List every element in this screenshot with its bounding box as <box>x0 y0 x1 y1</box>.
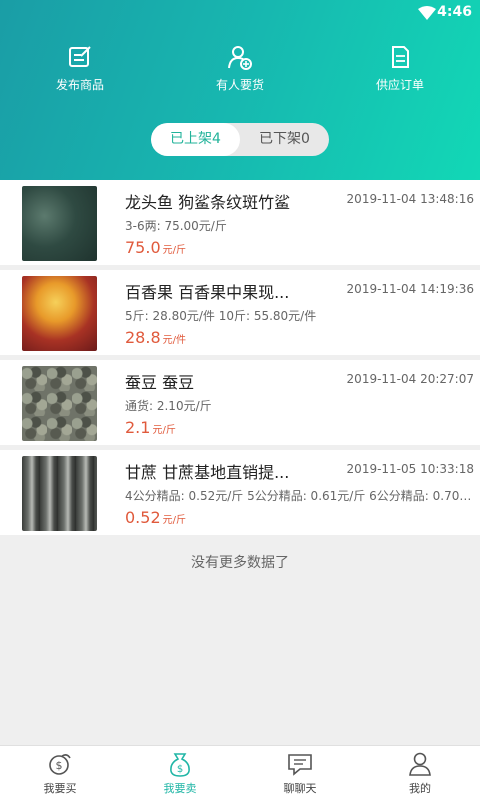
person-icon <box>409 752 431 776</box>
tab-buy-label: 我要买 <box>43 782 77 795</box>
no-more-data-text: 没有更多数据了 <box>191 555 289 571</box>
product-time: 2019-11-04 14:19:36 <box>346 282 474 296</box>
status-time: 4:46 <box>437 4 472 20</box>
tab-mine-label: 我的 <box>409 782 431 795</box>
product-image <box>22 456 97 531</box>
header: 4:46 发布商品 有人要货 供应订单 已上架4 已下架0 <box>0 0 480 180</box>
user-add-icon <box>228 46 252 70</box>
publish-goods-button[interactable]: 发布商品 <box>0 44 160 93</box>
product-title: 甘蔗 甘蔗基地直销提... <box>125 463 290 482</box>
supply-orders-label: 供应订单 <box>375 78 424 92</box>
shelf-toggle: 已上架4 已下架0 <box>151 123 329 156</box>
product-time: 2019-11-04 20:27:07 <box>346 372 474 386</box>
product-image <box>22 366 97 441</box>
product-price: 28.8 元/件 <box>125 328 186 347</box>
price-value: 28.8 <box>125 328 161 347</box>
edit-icon <box>69 46 91 67</box>
product-card[interactable]: 龙头鱼 狗鲨条纹斑竹鲨 2019-11-04 13:48:16 3-6两: 75… <box>0 180 480 265</box>
tab-chat-label: 聊聊天 <box>283 782 317 795</box>
money-bag-sell-icon: $ <box>170 753 190 777</box>
product-image <box>22 186 97 261</box>
someone-wants-goods-button[interactable]: 有人要货 <box>160 44 320 93</box>
product-specs: 通货: 2.10元/斤 <box>125 399 212 413</box>
product-time: 2019-11-04 13:48:16 <box>346 192 474 206</box>
product-time: 2019-11-05 10:33:18 <box>346 462 474 476</box>
product-specs: 4公分精品: 0.52元/斤 5公分精品: 0.61元/斤 6公分精品: 0.7… <box>125 489 475 503</box>
product-title: 龙头鱼 狗鲨条纹斑竹鲨 <box>125 193 291 212</box>
product-list: 龙头鱼 狗鲨条纹斑竹鲨 2019-11-04 13:48:16 3-6两: 75… <box>0 180 480 540</box>
tab-mine[interactable]: 我的 <box>360 746 480 800</box>
product-card[interactable]: 百香果 百香果中果现... 2019-11-04 14:19:36 5斤: 28… <box>0 270 480 355</box>
someone-wants-goods-label: 有人要货 <box>215 78 264 92</box>
tab-buy[interactable]: $ 我要买 <box>0 746 120 800</box>
supply-orders-button[interactable]: 供应订单 <box>320 44 480 93</box>
svg-text:$: $ <box>56 759 63 772</box>
money-bag-icon: $ <box>49 754 71 775</box>
product-card[interactable]: 蚕豆 蚕豆 2019-11-04 20:27:07 通货: 2.10元/斤 2.… <box>0 360 480 445</box>
bottom-tabbar: $ 我要买 $ 我要卖 聊聊天 我的 <box>0 745 480 800</box>
price-value: 0.52 <box>125 508 161 527</box>
product-card[interactable]: 甘蔗 甘蔗基地直销提... 2019-11-05 10:33:18 4公分精品:… <box>0 450 480 535</box>
product-specs: 3-6两: 75.00元/斤 <box>125 219 227 233</box>
svg-text:$: $ <box>177 764 183 775</box>
publish-goods-label: 发布商品 <box>55 78 104 92</box>
product-image <box>22 276 97 351</box>
status-bar: 4:46 <box>0 0 480 24</box>
document-icon <box>392 46 409 68</box>
price-unit: 元/件 <box>162 335 186 346</box>
tab-sell-label: 我要卖 <box>163 782 197 795</box>
price-value: 75.0 <box>125 238 161 257</box>
wifi-icon <box>418 5 436 24</box>
tab-off-shelf[interactable]: 已下架0 <box>240 123 329 156</box>
product-specs: 5斤: 28.80元/件 10斤: 55.80元/件 <box>125 309 317 323</box>
chat-icon <box>288 754 312 776</box>
product-price: 2.1 元/斤 <box>125 418 176 437</box>
tab-on-shelf[interactable]: 已上架4 <box>151 123 240 156</box>
product-title: 蚕豆 蚕豆 <box>125 373 195 392</box>
product-price: 0.52 元/斤 <box>125 508 186 527</box>
price-unit: 元/斤 <box>162 515 186 526</box>
price-value: 2.1 <box>125 418 151 437</box>
tab-chat[interactable]: 聊聊天 <box>240 746 360 800</box>
price-unit: 元/斤 <box>152 425 176 436</box>
price-unit: 元/斤 <box>162 245 186 256</box>
tab-sell[interactable]: $ 我要卖 <box>120 746 240 800</box>
product-price: 75.0 元/斤 <box>125 238 186 257</box>
header-actions: 发布商品 有人要货 供应订单 <box>0 44 480 93</box>
product-title: 百香果 百香果中果现... <box>125 283 290 302</box>
